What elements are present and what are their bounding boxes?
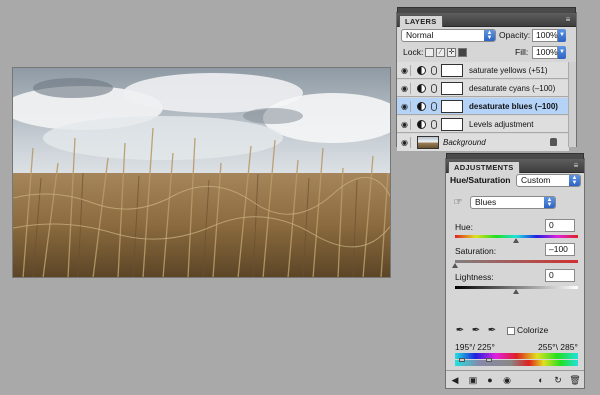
document-canvas-image[interactable] (12, 67, 391, 278)
opacity-label: Opacity: (499, 30, 531, 40)
hue-label: Hue: (455, 222, 473, 232)
hue-value: 0 (549, 220, 554, 230)
layer-row[interactable]: ◉ desaturate cyans (–100) (397, 80, 569, 97)
fill-input[interactable]: 100% (532, 46, 558, 59)
layer-row-selected[interactable]: ◉ desaturate blues (–100) (397, 98, 569, 115)
color-range-bar-bottom (455, 360, 578, 366)
layer-mask-thumbnail[interactable] (441, 118, 463, 131)
fill-label: Fill: (515, 47, 529, 57)
preset-value: Custom (521, 175, 551, 185)
eye-icon[interactable]: ◉ (399, 119, 411, 130)
saturation-ramp (455, 260, 578, 263)
layer-name: saturate yellows (+51) (469, 66, 548, 75)
range-right-readout: 255°\ 285° (538, 342, 578, 352)
adjustment-layer-icon (417, 66, 426, 75)
chevron-updown-icon: ▲ ▼ (544, 197, 555, 208)
lightness-label: Lightness: (455, 272, 494, 282)
hue-slider-thumb[interactable] (513, 238, 519, 243)
adjustment-layer-icon (417, 102, 426, 111)
saturation-input[interactable]: –100 (545, 243, 575, 256)
return-to-list-icon[interactable]: ◀ (449, 374, 461, 386)
panel-menu-icon[interactable]: ≡ (571, 161, 581, 171)
chevron-updown-icon: ▲ ▼ (484, 30, 495, 41)
lock-transparent-icon[interactable] (425, 48, 434, 57)
chevron-updown-icon: ▲ ▼ (569, 175, 580, 186)
layer-name: Levels adjustment (469, 120, 534, 129)
eye-icon[interactable]: ◉ (399, 65, 411, 76)
opacity-stepper[interactable]: ▼ (558, 29, 566, 42)
wheat-field-photo (13, 68, 390, 277)
layer-name: desaturate cyans (–100) (469, 84, 556, 93)
reset-icon[interactable]: ↻ (552, 374, 564, 386)
eye-icon[interactable]: ◉ (399, 137, 411, 148)
lock-all-icon[interactable] (458, 48, 467, 57)
lightness-slider-thumb[interactable] (513, 289, 519, 294)
expand-view-icon[interactable]: ▣ (467, 374, 479, 386)
lock-image-icon[interactable]: ∕ (436, 48, 445, 57)
layers-panel: LAYERS ≡ Normal ▲ ▼ Opacity: 100% ▼ Lock:… (396, 7, 577, 151)
eyedropper-minus-icon[interactable]: ✒ (487, 325, 497, 336)
colorize-label: Colorize (517, 325, 549, 335)
range-slider-handle-right[interactable] (486, 358, 492, 362)
layer-mask-thumbnail[interactable] (441, 82, 463, 95)
layer-row[interactable]: ◉ saturate yellows (+51) (397, 62, 569, 79)
trash-icon[interactable]: 🗑 (569, 374, 581, 386)
layer-name: desaturate blues (–100) (469, 102, 558, 111)
lock-label: Lock: (403, 47, 424, 57)
link-icon[interactable] (431, 120, 437, 129)
eye-icon[interactable]: ◉ (399, 101, 411, 112)
colorize-checkbox[interactable] (507, 327, 515, 335)
fill-stepper[interactable]: ▼ (558, 46, 566, 59)
tab-adjustments[interactable]: ADJUSTMENTS (448, 161, 520, 173)
lock-position-icon[interactable]: ✛ (447, 48, 456, 57)
eyedropper-icon[interactable]: ✒ (455, 325, 465, 336)
layer-row[interactable]: ◉ Levels adjustment (397, 116, 569, 133)
view-previous-state-icon[interactable]: ◐ (535, 374, 547, 386)
link-icon[interactable] (431, 102, 437, 111)
channel-value: Blues (475, 197, 497, 207)
panel-menu-icon[interactable]: ≡ (563, 15, 573, 25)
channel-select[interactable]: Blues ▲ ▼ (470, 196, 556, 209)
layer-mask-thumbnail[interactable] (441, 100, 463, 113)
layers-scrollbar[interactable] (568, 62, 576, 147)
blend-mode-select[interactable]: Normal ▲ ▼ (401, 29, 496, 42)
eyedropper-plus-icon[interactable]: ✒ (471, 325, 481, 336)
preset-select[interactable]: Custom ▲ ▼ (516, 174, 581, 187)
adjustment-layer-icon (417, 120, 426, 129)
background-thumbnail[interactable] (417, 136, 439, 149)
adjustments-tab-bar: ADJUSTMENTS ≡ (446, 159, 584, 173)
layer-mask-thumbnail[interactable] (441, 64, 463, 77)
targeted-adjustment-hand-icon[interactable]: ☞ (453, 197, 463, 208)
hue-input[interactable]: 0 (545, 219, 575, 232)
lightness-value: 0 (549, 270, 554, 280)
color-range-bar-top (455, 353, 578, 359)
adjustment-layer-icon (417, 84, 426, 93)
opacity-value: 100% (536, 30, 558, 40)
link-icon[interactable] (431, 84, 437, 93)
eye-icon[interactable]: ◉ (399, 83, 411, 94)
saturation-value: –100 (549, 244, 568, 254)
range-left-readout: 195°/ 225° (455, 342, 495, 352)
blend-mode-value: Normal (406, 30, 434, 40)
visibility-icon[interactable]: ◉ (501, 374, 513, 386)
layer-name: Background (443, 138, 486, 147)
layers-tab-bar: LAYERS ≡ (397, 13, 576, 27)
adjustments-footer (446, 370, 584, 371)
clip-to-layer-icon[interactable]: ● (484, 374, 496, 386)
fill-value: 100% (536, 47, 558, 57)
opacity-input[interactable]: 100% (532, 29, 558, 42)
background-layer-row[interactable]: ◉ Background (397, 134, 569, 151)
range-slider-handle-left[interactable] (459, 358, 465, 362)
saturation-slider-thumb[interactable] (452, 263, 458, 268)
adjustment-title: Hue/Saturation (450, 175, 511, 185)
lock-icon (550, 138, 557, 146)
saturation-label: Saturation: (455, 246, 497, 256)
link-icon[interactable] (431, 66, 437, 75)
tab-layers[interactable]: LAYERS (399, 15, 443, 27)
lightness-input[interactable]: 0 (545, 269, 575, 282)
